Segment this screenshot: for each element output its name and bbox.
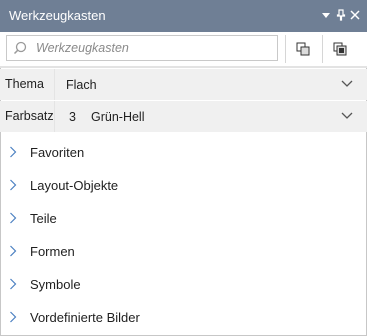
search-row: Werkzeugkasten <box>0 32 367 66</box>
category-label: Favoriten <box>30 145 85 160</box>
dropdown-menu-icon[interactable] <box>318 6 334 24</box>
theme-dropdown[interactable]: Flach <box>54 69 367 100</box>
theme-row: Thema Flach <box>0 69 367 100</box>
panel-title: Werkzeugkasten <box>9 8 106 23</box>
color-set-dropdown[interactable]: 3 Grün-Hell <box>54 101 367 132</box>
title-bar: Werkzeugkasten <box>0 0 367 32</box>
color-set-value: Grün-Hell <box>91 110 145 124</box>
category-item-symbole[interactable]: Symbole <box>0 268 367 301</box>
chevron-right-icon <box>10 278 17 290</box>
search-placeholder: Werkzeugkasten <box>36 41 129 55</box>
category-item-formen[interactable]: Formen <box>0 235 367 268</box>
chevron-right-icon <box>10 311 17 323</box>
category-item-teile[interactable]: Teile <box>0 202 367 235</box>
chevron-down-icon <box>341 112 353 119</box>
search-input[interactable]: Werkzeugkasten <box>6 35 278 61</box>
chevron-right-icon <box>10 212 17 224</box>
category-item-layout-objekte[interactable]: Layout-Objekte <box>0 169 367 202</box>
category-label: Vordefinierte Bilder <box>30 310 140 325</box>
category-label: Symbole <box>30 277 81 292</box>
category-label: Formen <box>30 244 75 259</box>
category-item-vordefinierte-bilder[interactable]: Vordefinierte Bilder <box>0 301 367 334</box>
chevron-right-icon <box>10 146 17 158</box>
category-label: Layout-Objekte <box>30 178 119 193</box>
theme-label: Thema <box>5 77 44 91</box>
category-label: Teile <box>30 211 57 226</box>
divider <box>0 66 367 68</box>
chevron-right-icon <box>10 245 17 257</box>
theme-value: Flach <box>66 78 97 92</box>
close-icon[interactable] <box>347 6 363 24</box>
search-icon <box>13 41 27 55</box>
color-set-label: Farbsatz <box>5 109 54 123</box>
color-set-row: Farbsatz 3 Grün-Hell <box>0 101 367 132</box>
category-item-favoriten[interactable]: Favoriten <box>0 136 367 169</box>
chevron-down-icon <box>341 80 353 87</box>
chevron-right-icon <box>10 179 17 191</box>
stack-button[interactable] <box>322 35 356 63</box>
copy-icon <box>296 42 310 56</box>
copy-button[interactable] <box>285 35 319 63</box>
color-set-number: 3 <box>69 110 76 124</box>
stack-icon <box>333 42 347 56</box>
